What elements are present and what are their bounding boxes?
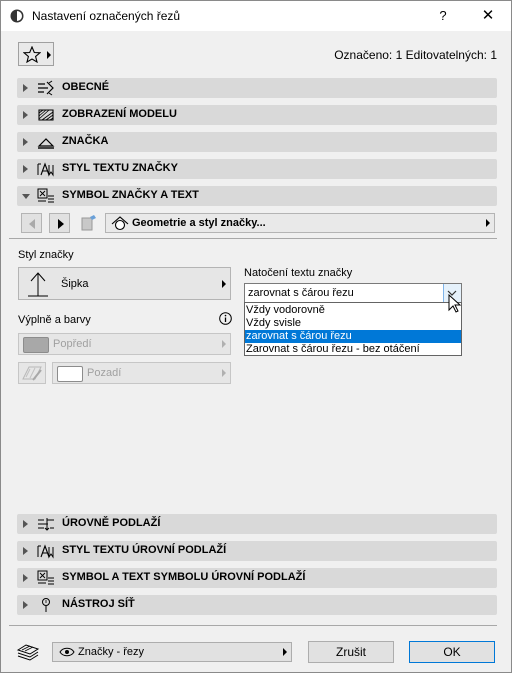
text-rotation-select[interactable]: zarovnat s čárou řezu	[244, 283, 462, 303]
panel-marker-symbol[interactable]: SYMBOL ZNAČKY A TEXT	[17, 186, 497, 206]
chevron-right-icon	[222, 280, 226, 288]
subpage-selector[interactable]: Geometrie a styl značky...	[105, 213, 495, 233]
star-icon	[23, 46, 41, 63]
panel-marker[interactable]: ZNAČKA	[17, 132, 497, 152]
foreground-color-button[interactable]: Popředí	[18, 333, 231, 355]
text-style-icon	[37, 544, 54, 559]
favorites-button[interactable]	[18, 42, 54, 66]
divider	[9, 625, 497, 626]
chevron-right-icon	[222, 340, 226, 348]
selection-count: Označeno: 1 Editovatelných: 1	[334, 48, 497, 62]
arrow-left-icon	[29, 219, 35, 229]
panel-label: ZOBRAZENÍ MODELU	[62, 108, 177, 120]
text-rotation-options: Vždy vodorovně Vždy svisle zarovnat s čá…	[244, 302, 462, 356]
option-align-with-line[interactable]: zarovnat s čárou řezu	[245, 330, 461, 343]
chevron-right-icon	[486, 219, 490, 227]
marker-icon	[37, 138, 55, 149]
color-swatch	[57, 366, 83, 382]
panel-model-display[interactable]: ZOBRAZENÍ MODELU	[17, 105, 497, 125]
marker-style-button[interactable]: Šipka	[18, 267, 231, 300]
chevron-right-icon	[222, 369, 226, 377]
model-display-icon	[38, 109, 54, 121]
panel-label: NÁSTROJ SÍŤ	[62, 598, 135, 610]
info-icon[interactable]	[219, 312, 232, 325]
window-title: Nastavení označených řezů	[32, 9, 181, 23]
favorites-value: Značky - řezy	[78, 646, 145, 658]
previous-page-button[interactable]	[21, 213, 42, 233]
panel-marker-text-style[interactable]: STYL TEXTU ZNAČKY	[17, 159, 497, 179]
favorites-select[interactable]: Značky - řezy	[52, 642, 292, 662]
option-align-no-rotation[interactable]: Zarovnat s čárou řezu - bez otáčení	[245, 343, 461, 356]
expand-arrow-icon	[23, 138, 28, 146]
panel-story-levels[interactable]: ÚROVNĚ PODLAŽÍ	[17, 514, 497, 534]
panel-label: ÚROVNĚ PODLAŽÍ	[62, 517, 161, 529]
panel-general[interactable]: OBECNÉ	[17, 78, 497, 98]
general-settings-icon	[38, 80, 54, 96]
panel-label: STYL TEXTU ÚROVNÍ PODLAŽÍ	[62, 544, 227, 556]
panel-label: SYMBOL A TEXT SYMBOLU ÚROVNÍ PODLAŽÍ	[62, 571, 306, 583]
page-list-icon[interactable]	[79, 214, 99, 232]
expand-arrow-icon	[23, 165, 28, 173]
layers-icon	[16, 644, 40, 661]
text-rotation-label: Natočení textu značky	[244, 267, 353, 279]
subpage-label: Geometrie a styl značky...	[132, 217, 266, 229]
expand-arrow-icon	[23, 574, 28, 582]
option-always-vertical[interactable]: Vždy svisle	[245, 317, 461, 330]
panel-label: ZNAČKA	[62, 135, 109, 147]
fills-colors-label: Výplně a barvy	[18, 314, 91, 326]
expand-arrow-icon	[23, 547, 28, 555]
expand-arrow-icon	[23, 111, 28, 119]
panel-label: SYMBOL ZNAČKY A TEXT	[62, 189, 199, 201]
geometry-icon	[111, 216, 129, 231]
chevron-right-icon	[47, 51, 51, 59]
background-color-button[interactable]: Pozadí	[52, 362, 231, 384]
next-page-button[interactable]	[49, 213, 70, 233]
pen-override-button[interactable]	[18, 362, 46, 384]
subpage-navigation: Geometrie a styl značky...	[17, 211, 497, 235]
panel-grid-tool[interactable]: NÁSTROJ SÍŤ	[17, 595, 497, 615]
background-label: Pozadí	[87, 367, 122, 379]
close-button[interactable]: ✕	[473, 5, 503, 27]
chevron-right-icon	[283, 648, 287, 656]
marker-symbol-icon	[37, 570, 54, 585]
marker-style-label: Styl značky	[18, 249, 74, 261]
help-button[interactable]: ?	[428, 5, 458, 27]
panel-story-symbol[interactable]: SYMBOL A TEXT SYMBOLU ÚROVNÍ PODLAŽÍ	[17, 568, 497, 588]
panel-label: OBECNÉ	[62, 81, 110, 93]
expand-arrow-icon	[23, 84, 28, 92]
ok-button[interactable]: OK	[409, 641, 495, 663]
marker-symbol-icon	[37, 188, 54, 203]
text-style-icon	[37, 162, 54, 177]
panel-label: STYL TEXTU ZNAČKY	[62, 162, 178, 174]
expand-arrow-icon	[23, 601, 28, 609]
arrow-right-icon	[58, 219, 64, 229]
marker-style-value: Šipka	[61, 278, 89, 290]
story-levels-icon	[38, 518, 54, 531]
eye-icon	[59, 647, 75, 657]
text-rotation-value: zarovnat s čárou řezu	[248, 287, 354, 299]
cancel-button[interactable]: Zrušit	[308, 641, 394, 663]
grid-tool-icon	[42, 598, 50, 612]
expand-arrow-icon	[23, 520, 28, 528]
divider	[9, 238, 497, 239]
title-bar: Nastavení označených řezů ? ✕	[1, 1, 511, 31]
fill-pen-icon	[22, 366, 42, 381]
option-always-horizontal[interactable]: Vždy vodorovně	[245, 304, 461, 317]
mouse-cursor-icon	[448, 294, 462, 313]
settings-dialog: Nastavení označených řezů ? ✕ Označeno: …	[0, 0, 512, 673]
app-icon	[10, 9, 24, 23]
foreground-label: Popředí	[53, 338, 92, 350]
color-swatch	[23, 337, 49, 353]
arrow-marker-icon	[28, 272, 48, 297]
collapse-arrow-icon	[22, 194, 30, 199]
panel-story-text-style[interactable]: STYL TEXTU ÚROVNÍ PODLAŽÍ	[17, 541, 497, 561]
